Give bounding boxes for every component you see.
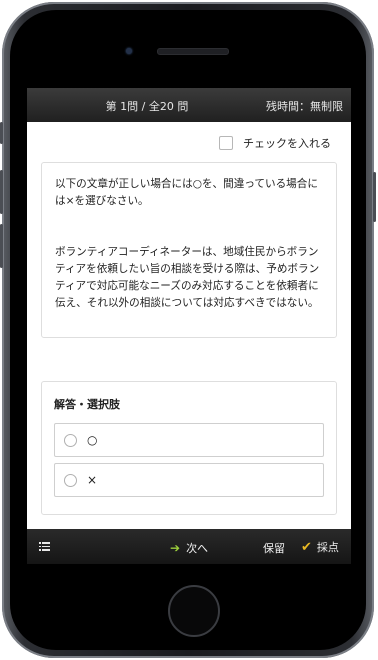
- home-button[interactable]: [168, 585, 220, 637]
- check-checkbox[interactable]: [219, 136, 233, 150]
- score-label: 採点: [316, 541, 339, 554]
- radio-button[interactable]: [64, 473, 77, 487]
- top-bar: 第 1問 / 全20 問 残時間：無制限: [27, 88, 351, 122]
- earpiece-speaker: [157, 48, 229, 55]
- question-card: 以下の文章が正しい場合には○を、間違っている場合には×を選びなさい。 ボランティ…: [41, 162, 337, 338]
- option-label: ○: [87, 433, 98, 447]
- volume-down-button: [0, 224, 3, 268]
- radio-button[interactable]: [64, 433, 77, 447]
- next-button[interactable]: ➔ 次へ: [170, 540, 208, 556]
- option-label: ×: [87, 473, 98, 487]
- volume-up-button: [0, 170, 3, 214]
- bottom-bar: ➔ 次へ 保留 ✔ 採点: [27, 529, 351, 564]
- score-button[interactable]: ✔ 採点: [301, 539, 339, 555]
- option-circle[interactable]: ○: [54, 423, 324, 457]
- question-progress: 第 1問 / 全20 問: [105, 100, 189, 113]
- mute-switch: [0, 122, 3, 144]
- front-camera-icon: [126, 48, 132, 54]
- option-cross[interactable]: ×: [54, 463, 324, 497]
- check-label: チェックを入れる: [243, 137, 331, 150]
- check-toggle[interactable]: チェックを入れる: [219, 135, 331, 151]
- arrow-right-icon: ➔: [170, 541, 181, 555]
- app-screen: 第 1問 / 全20 問 残時間：無制限 チェックを入れる 以下の文章が正しい場…: [27, 88, 351, 564]
- checkmark-icon: ✔: [301, 539, 312, 555]
- question-instruction: 以下の文章が正しい場合には○を、間違っている場合には×を選びなさい。: [55, 178, 318, 207]
- question-text: ボランティアコーディネーターは、地域住民からボランティアを依頼したい旨の相談を受…: [55, 246, 320, 309]
- list-menu-icon[interactable]: [39, 542, 50, 551]
- remaining-time: 残時間：無制限: [266, 100, 343, 113]
- next-label: 次へ: [186, 542, 209, 555]
- answer-title: 解答・選択肢: [54, 398, 120, 411]
- power-button: [373, 172, 376, 222]
- hold-button[interactable]: 保留: [263, 540, 285, 556]
- question-content: チェックを入れる 以下の文章が正しい場合には○を、間違っている場合には×を選びな…: [27, 122, 351, 529]
- answer-card: 解答・選択肢 ○ ×: [41, 381, 337, 515]
